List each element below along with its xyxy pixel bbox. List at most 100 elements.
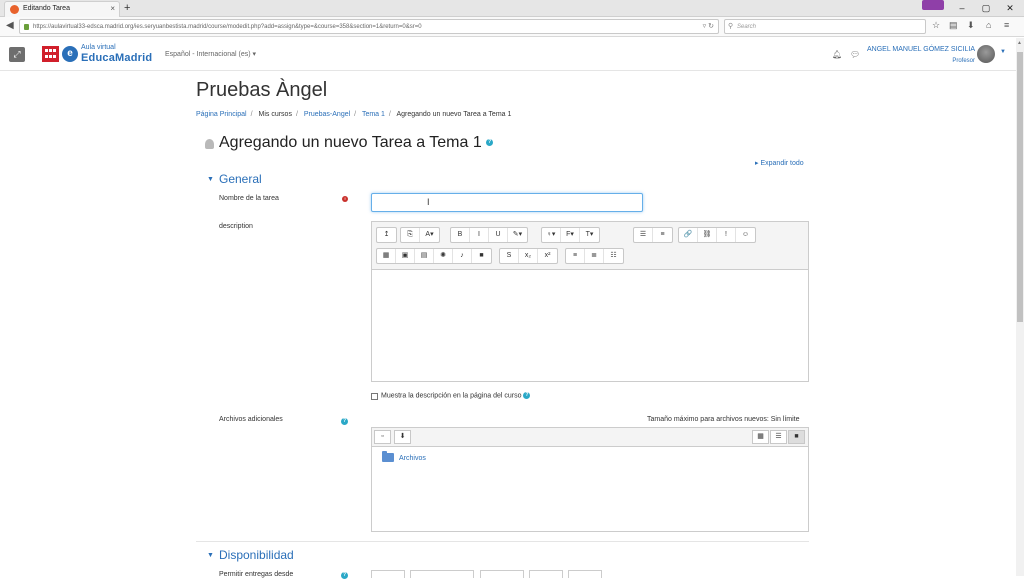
toolbar-button-icon[interactable]: T▾ [580,228,599,242]
folder-label[interactable]: Archivos [399,455,426,462]
reading-list-icon[interactable]: ▤ [949,20,958,31]
toolbar-button-icon[interactable]: 🔗 [679,228,698,242]
home-icon[interactable]: ⌂ [986,20,991,30]
minimize-button[interactable]: – [952,0,972,16]
description-textarea[interactable] [371,269,809,382]
section-availability[interactable]: Disponibilidad [219,548,294,562]
scroll-up-icon[interactable]: ▲ [1017,40,1022,46]
folder-icon[interactable] [382,451,394,462]
view-tree-folder-icon[interactable]: ■ [788,430,805,444]
toolbar-button-icon[interactable]: ▣ [396,249,415,263]
page-scrollbar[interactable]: ▲ [1016,38,1024,576]
toolbar-group: ≡ ≣ ☷ [565,248,624,264]
toolbar-button-icon[interactable]: I [470,228,489,242]
file-manager-toolbar [371,427,809,447]
toolbar-button-icon[interactable]: ↥ [377,228,396,242]
window-close-button[interactable]: ✕ [1000,0,1020,16]
favicon-icon [10,5,19,14]
toolbar-button-icon[interactable]: ▤ [415,249,434,263]
address-bar[interactable]: https://aulavirtual33-edsca.madrid.org/i… [19,19,719,34]
toolbar-button-icon[interactable]: U [489,228,508,242]
breadcrumb-section[interactable]: Tema 1 [362,111,385,118]
download-all-icon[interactable]: ⬇ [394,430,411,444]
toolbar-button-icon[interactable]: ! [717,228,736,242]
breadcrumb-course[interactable]: Pruebas-Angel [304,111,350,118]
site-header: ⤢ e Aula virtual EducaMadrid Español - I… [0,38,1016,71]
help-icon[interactable]: ? [486,139,494,147]
collapse-general-chevron-icon[interactable]: ▼ [207,176,214,183]
view-list-icon[interactable]: ☰ [770,430,787,444]
toolbar-button-icon[interactable]: ■ [472,249,491,263]
new-tab-button[interactable]: + [124,0,130,16]
user-menu-chevron-down-icon[interactable]: ▼ [1000,49,1006,55]
collapse-availability-chevron-icon[interactable]: ▼ [207,552,214,559]
toolbar-button-icon[interactable]: ≣ [585,249,604,263]
toolbar-button-icon[interactable]: ☰ [634,228,653,242]
toolbar-button-icon[interactable]: ⎘ [401,228,420,242]
toolbar-button-icon[interactable]: ≡ [566,249,585,263]
back-arrow-icon[interactable]: ◀ [6,20,14,31]
toolbar-button-icon[interactable]: x² [538,249,557,263]
browser-tab[interactable]: Editando Tarea × [4,1,120,17]
fullscreen-expand-icon[interactable]: ⤢ [9,47,25,62]
breadcrumb: Página Principal / Mis cursos / Pruebas-An… [196,111,512,118]
help-icon[interactable]: ? [341,418,348,425]
tab-title: Editando Tarea [23,5,70,12]
private-browsing-icon [922,0,944,10]
expand-all-link[interactable]: ▸ Expandir todo [755,159,804,167]
maximize-button[interactable]: ▢ [976,0,996,16]
toolbar-button-icon[interactable]: ⛓ [698,228,717,242]
help-icon[interactable]: ? [523,392,531,399]
toolbar-group: ↥ [376,227,397,243]
toolbar-button-icon[interactable]: B [451,228,470,242]
url-text: https://aulavirtual33-edsca.madrid.org/i… [33,24,422,30]
max-file-size-text: Tamaño máximo para archivos nuevos: Sin … [647,416,800,423]
language-selector[interactable]: Español - Internacional (es) ▾ [165,50,256,58]
minute-select[interactable] [568,570,602,578]
user-name[interactable]: ANGEL MANUEL GÓMEZ SICILIA [867,46,975,53]
section-divider [196,541,809,542]
notification-bell-icon[interactable]: 🔔︎ [832,50,842,59]
hour-select[interactable] [529,570,563,578]
toolbar-button-icon[interactable]: A▾ [420,228,439,242]
toolbar-button-icon[interactable]: ☷ [604,249,623,263]
scrollbar-thumb[interactable] [1017,52,1023,322]
comunidad-madrid-logo-icon[interactable] [42,46,59,62]
breadcrumb-home[interactable]: Página Principal [196,111,247,118]
toolbar-group: ♀▾ F▾ T▾ [541,227,600,243]
toolbar-button-icon[interactable]: S [500,249,519,263]
browser-tabbar: Editando Tarea × + – ▢ ✕ [0,0,1024,17]
logo-title[interactable]: EducaMadrid [81,52,152,64]
toolbar-button-icon[interactable]: F▾ [561,228,580,242]
reload-icon[interactable]: ▿ ↻ [703,20,714,33]
toolbar-button-icon[interactable]: ♀▾ [542,228,561,242]
show-description-checkbox[interactable] [371,393,378,400]
toolbar-button-icon[interactable]: ✺ [434,249,453,263]
month-select[interactable] [410,570,474,578]
toolbar-button-icon[interactable]: x₂ [519,249,538,263]
avatar[interactable] [977,45,995,63]
toolbar-button-icon[interactable]: ≡ [653,228,672,242]
add-file-icon[interactable]: ▫ [374,430,391,444]
breadcrumb-my-courses: Mis cursos [258,111,292,118]
close-tab-icon[interactable]: × [110,2,115,16]
assignment-name-input[interactable] [371,193,643,212]
toolbar-button-icon[interactable]: ▦ [377,249,396,263]
bookmark-star-icon[interactable]: ☆ [932,20,940,31]
day-select[interactable] [371,570,405,578]
view-icons-icon[interactable]: ▦ [752,430,769,444]
search-placeholder: Search [737,24,757,30]
toolbar-button-icon[interactable]: ☺ [736,228,755,242]
download-icon[interactable]: ⬇ [967,20,975,31]
section-general[interactable]: General [219,172,262,186]
text-cursor-icon: I [427,197,430,207]
toolbar-button-icon[interactable]: ✎▾ [508,228,527,242]
page-title: Pruebas Àngel [196,79,328,101]
allow-submissions-from-label: Permitir entregas desde [219,571,294,578]
menu-icon[interactable]: ≡ [1004,20,1009,30]
search-input[interactable]: ⚲ Search [724,19,926,34]
educamadrid-logo-icon[interactable]: e [62,46,78,62]
year-select[interactable] [480,570,524,578]
toolbar-button-icon[interactable]: ♪ [453,249,472,263]
messages-icon[interactable]: 💬︎ [850,50,860,59]
